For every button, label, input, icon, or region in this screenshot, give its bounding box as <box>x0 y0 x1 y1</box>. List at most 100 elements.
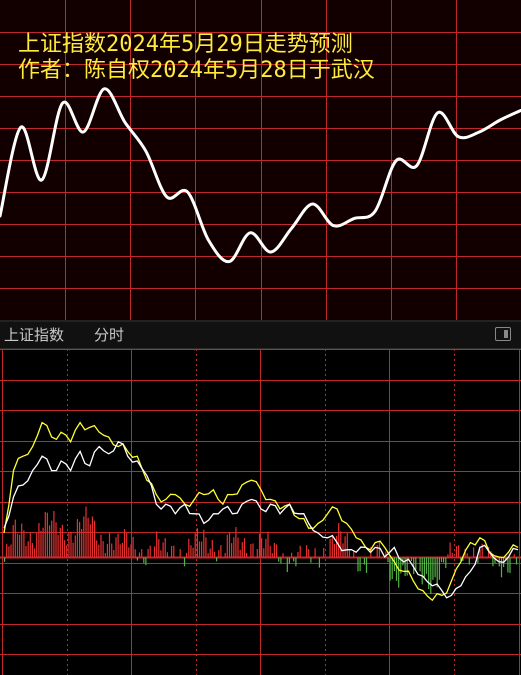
up-volume-bar <box>308 549 310 558</box>
up-volume-bar <box>89 524 91 558</box>
up-volume-bar <box>36 532 38 558</box>
up-volume-bar <box>126 532 128 558</box>
up-volume-bar <box>31 543 33 558</box>
up-volume-bar <box>83 516 85 558</box>
up-volume-bar <box>258 533 261 558</box>
up-volume-bar <box>121 542 123 558</box>
down-volume-bar <box>357 557 359 572</box>
up-volume-bar <box>336 535 338 558</box>
down-volume-bar <box>143 557 145 563</box>
up-volume-bar <box>173 545 175 558</box>
up-volume-bar <box>158 539 160 558</box>
up-volume-bar <box>256 549 258 558</box>
up-volume-bar <box>14 519 16 558</box>
up-volume-bar <box>16 533 19 558</box>
down-volume-bar <box>419 557 421 572</box>
up-volume-bar <box>344 536 346 558</box>
down-volume-bar <box>293 557 295 562</box>
index-name-label[interactable]: 上证指数 <box>4 325 64 345</box>
down-volume-bar <box>278 557 280 562</box>
up-volume-bar <box>226 534 228 558</box>
up-volume-bar <box>12 525 14 558</box>
down-volume-bar <box>410 557 413 562</box>
up-volume-bar <box>132 536 134 558</box>
down-volume-bar <box>288 557 290 564</box>
up-volume-bar <box>299 545 301 558</box>
down-volume-bar <box>425 557 428 574</box>
up-volume-bar <box>451 552 453 558</box>
up-volume-bar <box>346 533 348 558</box>
up-volume-bar <box>237 537 239 558</box>
up-volume-bar <box>66 545 68 558</box>
up-volume-bar <box>25 545 27 558</box>
down-volume-bar <box>428 557 430 589</box>
up-volume-bar <box>49 525 51 558</box>
up-volume-bar <box>21 523 23 558</box>
up-volume-bar <box>85 506 87 558</box>
up-volume-bar <box>94 520 96 558</box>
up-volume-bar <box>188 538 190 558</box>
up-volume-bar <box>276 544 278 558</box>
down-volume-bar <box>286 557 288 573</box>
down-volume-bar <box>393 557 395 572</box>
up-volume-bar <box>241 542 243 558</box>
up-volume-bar <box>96 540 98 558</box>
up-volume-bar <box>53 511 55 558</box>
up-volume-bar <box>123 529 126 558</box>
up-volume-bar <box>239 549 241 558</box>
down-volume-bar <box>500 557 503 578</box>
up-volume-bar <box>10 544 12 558</box>
up-volume-bar <box>314 548 316 558</box>
up-volume-bar <box>149 545 151 558</box>
up-volume-bar <box>323 547 325 558</box>
up-volume-bar <box>72 542 74 558</box>
up-volume-bar <box>211 539 213 558</box>
up-volume-bar <box>81 529 83 558</box>
up-volume-bar <box>59 527 61 558</box>
down-volume-bar <box>4 557 6 562</box>
down-volume-bar <box>145 557 147 566</box>
down-volume-bar <box>398 557 400 588</box>
up-volume-bar <box>458 545 460 558</box>
up-volume-bar <box>34 548 36 558</box>
up-volume-bar <box>98 544 100 558</box>
up-volume-bar <box>27 541 29 558</box>
down-volume-bar <box>434 557 436 578</box>
up-volume-bar <box>6 543 8 558</box>
up-volume-bar <box>64 540 66 558</box>
up-volume-bar <box>203 529 205 558</box>
up-volume-bar <box>246 552 248 558</box>
up-volume-bar <box>271 553 273 558</box>
down-volume-bar <box>430 557 432 595</box>
up-volume-bar <box>115 537 117 558</box>
down-volume-bar <box>492 557 494 567</box>
up-volume-bar <box>376 545 378 558</box>
up-volume-bar <box>218 550 220 558</box>
up-volume-bar <box>213 551 216 558</box>
down-volume-bar <box>509 557 511 573</box>
up-volume-bar <box>198 541 201 558</box>
up-volume-bar <box>348 550 350 558</box>
up-volume-bar <box>29 532 31 558</box>
down-volume-bar <box>216 557 218 562</box>
down-volume-bar <box>436 557 438 588</box>
up-volume-bar <box>243 538 246 558</box>
up-volume-bar <box>186 552 188 558</box>
down-volume-bar <box>438 557 440 580</box>
up-volume-bar <box>252 543 254 558</box>
down-volume-bar <box>310 557 312 563</box>
up-volume-bar <box>473 547 475 558</box>
down-volume-bar <box>183 557 186 567</box>
down-volume-bar <box>295 557 297 567</box>
up-volume-bar <box>333 543 335 558</box>
up-volume-bar <box>23 530 25 558</box>
down-volume-bar <box>443 557 445 563</box>
up-volume-bar <box>166 552 168 558</box>
forecast-line <box>0 87 521 264</box>
panel-toggle-icon[interactable] <box>495 327 511 341</box>
up-volume-bar <box>378 542 380 558</box>
up-volume-bar <box>209 548 211 558</box>
up-volume-bar <box>162 542 164 558</box>
intraday-mode-tab[interactable]: 分时 <box>94 325 124 345</box>
up-volume-bar <box>194 532 196 558</box>
